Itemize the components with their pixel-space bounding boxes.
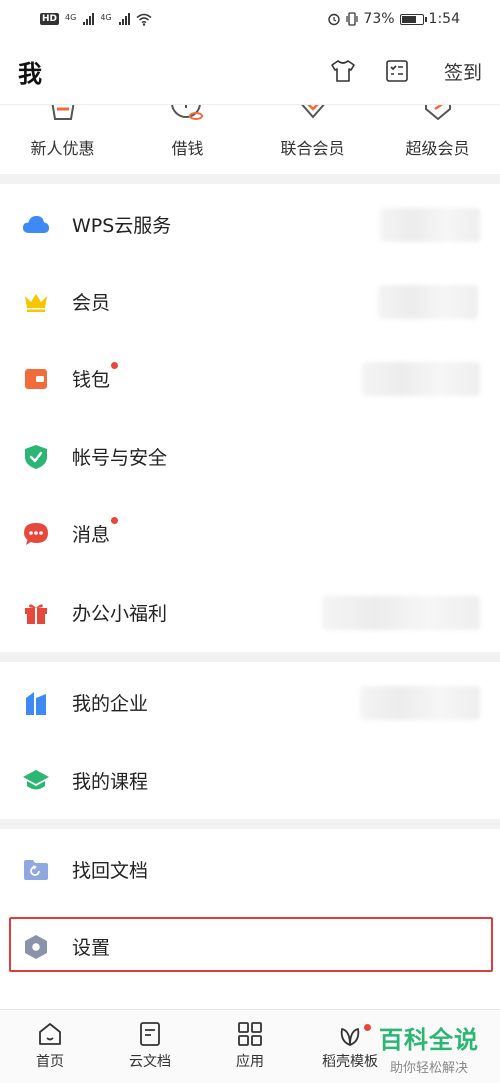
menu-label-text: 钱包	[72, 369, 111, 391]
enterprise-icon	[22, 689, 50, 717]
quick-actions: 新人优惠 借钱 联合会员 超级会员	[0, 104, 500, 174]
nav-home[interactable]: 首页	[0, 1010, 100, 1083]
clock: 1:54	[428, 11, 460, 27]
home-icon	[39, 1023, 61, 1045]
menu-label: 消息	[72, 517, 119, 547]
menu-label: 我的课程	[72, 771, 149, 793]
watermark-title: 百科全说	[379, 1026, 479, 1054]
menu-item-recover-documents[interactable]: 找回文档	[0, 831, 500, 908]
menu-item-messages[interactable]: 消息	[0, 495, 500, 572]
status-bar: HD 4G 4G 73% 1:54	[0, 0, 500, 38]
nav-cloud-docs[interactable]: 云文档	[100, 1010, 200, 1083]
hd-badge: HD	[40, 13, 60, 25]
nav-label: 应用	[236, 1054, 264, 1070]
heart-badge-icon	[300, 105, 325, 119]
menu-label: 办公小福利	[72, 603, 168, 625]
gift-box-icon	[51, 105, 74, 120]
alarm-icon	[328, 13, 341, 26]
blurred-value	[362, 361, 480, 396]
menu-label: 帐号与安全	[72, 447, 168, 469]
quick-item-joint-member[interactable]: 联合会员	[250, 105, 375, 174]
task-list-icon[interactable]	[384, 58, 410, 84]
notification-dot	[111, 362, 119, 369]
section-divider	[0, 652, 500, 662]
nav-label: 云文档	[129, 1054, 171, 1070]
blurred-value	[378, 284, 478, 319]
nav-apps[interactable]: 应用	[200, 1010, 300, 1083]
message-icon	[22, 520, 50, 548]
header-actions: 签到	[330, 58, 482, 85]
header: 我 签到	[0, 38, 500, 104]
blurred-value	[322, 595, 480, 630]
status-right: 73% 1:54	[327, 11, 460, 27]
menu-item-wallet[interactable]: 钱包	[0, 340, 500, 417]
crown-icon	[22, 288, 50, 316]
quick-label: 借钱	[171, 139, 204, 158]
notification-dot	[364, 1024, 371, 1031]
shield-badge-icon	[424, 105, 451, 121]
menu-label: 会员	[72, 292, 111, 314]
menu-label: 钱包	[72, 362, 119, 392]
quick-label: 联合会员	[280, 139, 345, 158]
blurred-value	[380, 207, 480, 242]
signal-icon	[118, 13, 130, 25]
menu-item-office-perks[interactable]: 办公小福利	[0, 574, 500, 651]
apps-grid-icon	[238, 1022, 262, 1046]
quick-item-super-member[interactable]: 超级会员	[375, 105, 500, 174]
checkin-button[interactable]: 签到	[444, 58, 482, 85]
watermark: 百科全说 助你轻松解决	[374, 1020, 484, 1076]
menu-label: WPS云服务	[72, 215, 172, 237]
wifi-icon	[136, 13, 152, 26]
nav-label: 首页	[36, 1054, 64, 1070]
menu-item-wps-cloud[interactable]: WPS云服务	[0, 186, 500, 263]
battery-percent: 73%	[363, 11, 395, 27]
quick-item-new-user[interactable]: 新人优惠	[0, 105, 125, 174]
wallet-icon	[22, 365, 50, 393]
nav-label: 稻壳模板	[322, 1054, 378, 1070]
menu-item-my-courses[interactable]: 我的课程	[0, 742, 500, 819]
watermark-subtitle: 助你轻松解决	[389, 1061, 468, 1076]
vibrate-icon	[346, 12, 359, 26]
tshirt-icon[interactable]	[330, 58, 356, 84]
menu-label: 找回文档	[72, 860, 149, 882]
signal-label-1: 4G	[65, 12, 77, 22]
menu-label: 我的企业	[72, 693, 149, 715]
battery-icon	[399, 13, 427, 25]
cloud-doc-icon	[140, 1022, 160, 1046]
menu-label-text: 消息	[72, 524, 111, 546]
signal-icon	[83, 13, 95, 25]
folder-recover-icon	[22, 856, 50, 884]
blurred-value	[360, 685, 480, 720]
graduation-cap-icon	[22, 767, 50, 795]
gift-icon	[22, 599, 50, 627]
quick-label: 新人优惠	[30, 139, 95, 158]
menu-item-my-enterprise[interactable]: 我的企业	[0, 664, 500, 741]
menu-item-account-security[interactable]: 帐号与安全	[0, 418, 500, 495]
notification-dot	[111, 517, 119, 524]
cloud-icon	[22, 211, 50, 239]
signal-label-2: 4G	[100, 12, 112, 22]
menu-item-membership[interactable]: 会员	[0, 263, 500, 340]
leaf-icon	[340, 1028, 360, 1046]
status-left: HD 4G 4G	[40, 13, 152, 26]
section-divider	[0, 174, 500, 184]
page-title: 我	[18, 59, 42, 88]
coin-icon	[170, 105, 203, 120]
quick-item-borrow[interactable]: 借钱	[125, 105, 250, 174]
quick-label: 超级会员	[405, 139, 470, 158]
section-divider	[0, 819, 500, 829]
shield-check-icon	[22, 443, 50, 471]
highlight-box	[9, 917, 493, 972]
